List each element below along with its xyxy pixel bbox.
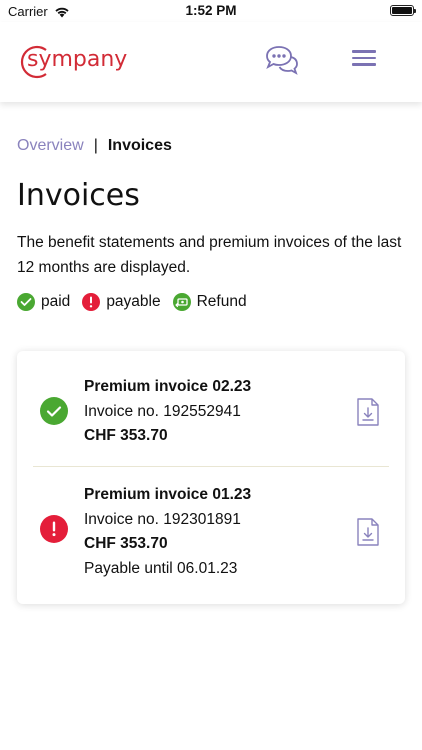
invoice-number: Invoice no. 192552941: [84, 402, 241, 420]
sympany-logo[interactable]: sympany: [16, 44, 127, 80]
invoice-details: Premium invoice 02.23 Invoice no. 192552…: [84, 375, 251, 449]
breadcrumb-overview-link[interactable]: Overview: [17, 137, 84, 155]
breadcrumb: Overview | Invoices: [17, 137, 172, 155]
invoice-list-card: Premium invoice 02.23 Invoice no. 192552…: [17, 351, 405, 604]
chat-button[interactable]: [264, 44, 300, 76]
legend-paid: paid: [17, 293, 70, 311]
status-time: 1:52 PM: [185, 3, 237, 18]
breadcrumb-separator: |: [93, 137, 98, 154]
invoice-item[interactable]: Premium invoice 02.23 Invoice no. 192552…: [17, 375, 405, 471]
payable-exclamation-icon: [40, 515, 68, 543]
status-bar: Carrier 1:52 PM: [0, 0, 422, 22]
legend-payable: payable: [82, 293, 161, 311]
invoice-title: Premium invoice 02.23: [84, 378, 252, 395]
app-header: sympany: [0, 22, 422, 102]
payable-exclamation-icon: [82, 293, 101, 311]
page-description: The benefit statements and premium invoi…: [17, 234, 402, 276]
invoice-amount: CHF 353.70: [84, 427, 168, 444]
invoice-title: Premium invoice 01.23: [84, 486, 252, 503]
status-legend: paid payable Refund: [17, 293, 251, 311]
legend-refund-label: Refund: [196, 293, 247, 310]
logo-text: sympany: [27, 47, 128, 72]
download-pdf-button[interactable]: [356, 397, 380, 427]
invoice-amount: CHF 353.70: [84, 535, 168, 552]
invoice-due-date: Payable until 06.01.23: [84, 559, 238, 577]
invoice-details: Premium invoice 01.23 Invoice no. 192301…: [84, 483, 251, 581]
legend-paid-label: paid: [41, 293, 71, 310]
hamburger-menu-icon[interactable]: [352, 50, 376, 68]
breadcrumb-current: Invoices: [107, 137, 172, 154]
document-download-icon: [357, 518, 379, 546]
invoice-number: Invoice no. 192301891: [84, 510, 241, 528]
invoice-item[interactable]: Premium invoice 01.23 Invoice no. 192301…: [17, 483, 405, 593]
document-download-icon: [357, 398, 379, 426]
refund-money-icon: [172, 293, 191, 311]
divider: [33, 466, 389, 467]
paid-check-icon: [17, 293, 35, 311]
paid-check-icon: [40, 397, 68, 425]
page-title: Invoices: [17, 178, 140, 213]
legend-refund: Refund: [172, 293, 247, 311]
download-pdf-button[interactable]: [356, 517, 380, 547]
chat-bubbles-icon: [266, 46, 298, 75]
battery-icon: [390, 5, 416, 16]
legend-payable-label: payable: [106, 293, 161, 310]
